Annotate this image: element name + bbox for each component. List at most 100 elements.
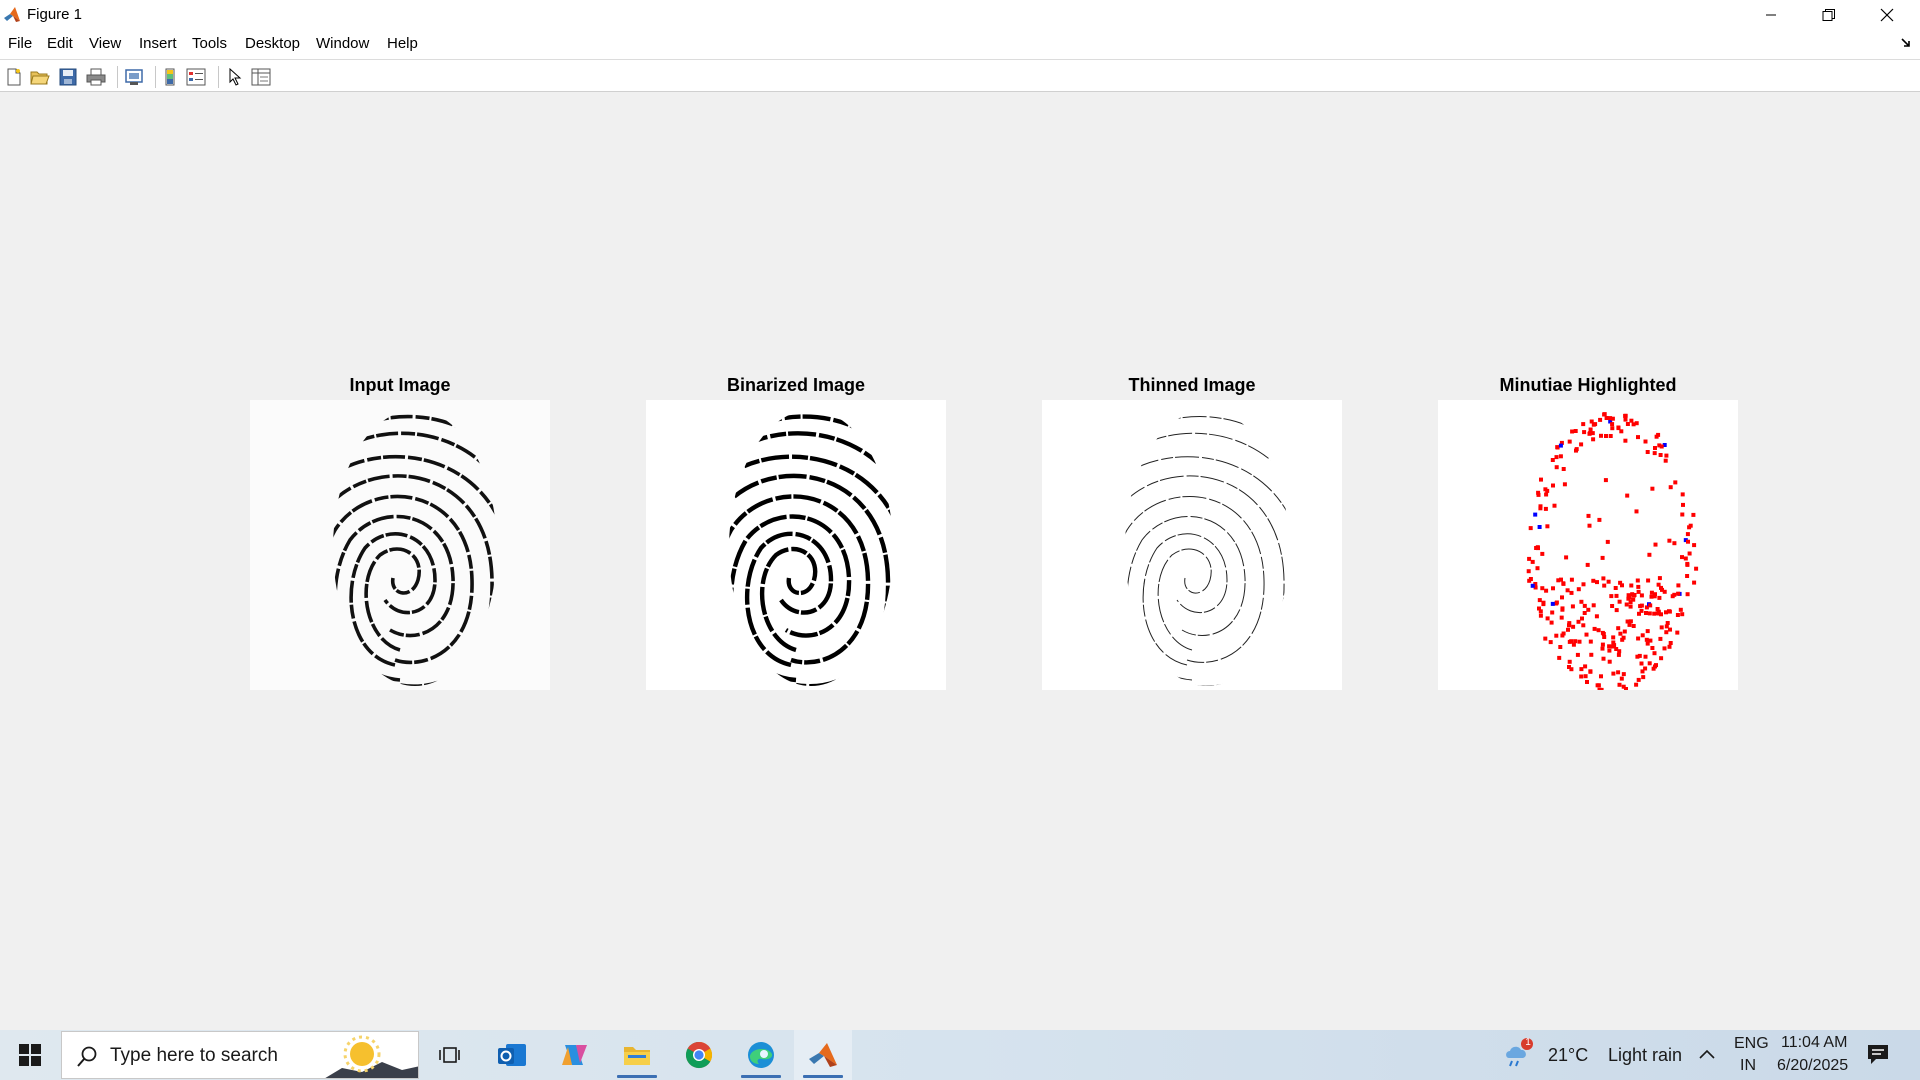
termination-marker [1543,636,1548,641]
menu-file[interactable]: File [8,35,32,52]
active-indicator [803,1075,843,1078]
termination-marker [1538,609,1543,614]
save-button[interactable] [57,66,79,88]
termination-marker [1543,487,1548,492]
file-explorer-app[interactable] [608,1030,666,1080]
close-button[interactable] [1858,0,1916,30]
termination-marker [1639,593,1644,598]
window-titlebar: Figure 1 [0,0,1920,30]
close-icon [1880,8,1894,22]
open-file-button[interactable] [29,66,51,88]
termination-marker [1527,556,1532,561]
minimize-button[interactable] [1742,0,1800,30]
termination-marker [1659,612,1663,617]
termination-marker [1562,482,1567,487]
termination-marker [1643,654,1648,659]
start-button[interactable] [0,1030,60,1080]
toolbar-separator [218,66,219,88]
task-view-icon [439,1047,460,1063]
insert-legend-button[interactable] [185,66,207,88]
axes-thinned-image[interactable] [1042,400,1342,690]
outlook-app[interactable] [483,1030,541,1080]
print-button[interactable] [85,66,107,88]
termination-marker [1602,583,1607,588]
termination-marker [1569,667,1574,672]
menu-view[interactable]: View [89,35,121,52]
toolbar-separator [117,66,118,88]
termination-marker [1591,603,1596,608]
termination-marker [1668,641,1673,645]
menu-help[interactable]: Help [387,35,418,52]
termination-marker [1588,427,1593,432]
termination-marker [1598,417,1603,422]
windows-taskbar: Type here to search 1 21°C Light rain EN… [0,1030,1920,1080]
matlab-logo-icon [4,7,20,22]
termination-marker [1535,566,1540,571]
restore-button[interactable] [1800,0,1858,30]
menu-window[interactable]: Window [316,35,369,52]
termination-marker [1667,644,1672,649]
insert-colorbar-button[interactable] [159,66,181,88]
dock-figure-icon[interactable] [1900,36,1914,50]
menu-insert[interactable]: Insert [139,35,177,52]
print-preview-button[interactable] [123,66,145,88]
matlab-app[interactable] [794,1030,852,1080]
termination-marker [1536,490,1541,495]
termination-marker [1631,624,1636,628]
weather-condition[interactable]: Light rain [1608,1045,1682,1066]
weather-temp[interactable]: 21°C [1548,1045,1588,1066]
termination-marker [1644,611,1648,615]
termination-marker [1640,669,1645,674]
show-hidden-icons-button[interactable] [1698,1046,1716,1064]
new-figure-button[interactable] [3,66,25,88]
termination-marker [1634,421,1639,426]
termination-marker [1595,683,1600,688]
termination-marker [1653,446,1657,450]
termination-marker [1583,674,1588,679]
open-file-icon [30,71,50,85]
language-region[interactable]: IN [1740,1057,1756,1075]
edge-app[interactable] [732,1030,790,1080]
termination-marker [1544,492,1549,497]
termination-marker [1575,652,1580,657]
termination-marker [1653,664,1657,669]
notification-center-button[interactable] [1866,1043,1892,1067]
termination-marker [1624,687,1628,691]
taskbar-search-box[interactable]: Type here to search [61,1031,419,1079]
axes-binarized-image[interactable] [646,400,946,690]
weather-widget[interactable]: 1 [1504,1037,1534,1072]
termination-marker [1541,600,1546,605]
termination-marker [1657,576,1662,581]
termination-marker [1680,492,1685,497]
termination-marker [1662,646,1667,651]
termination-marker [1652,451,1657,456]
termination-marker [1605,539,1610,544]
axes-input-image[interactable] [250,400,550,690]
menu-tools[interactable]: Tools [192,35,227,52]
search-highlight-image [325,1035,418,1078]
termination-marker [1548,640,1553,645]
bifurcation-marker [1530,583,1535,588]
clock-time[interactable]: 11:04 AM [1781,1034,1847,1052]
clock-date[interactable]: 6/20/2025 [1777,1057,1848,1075]
termination-marker [1597,517,1602,522]
termination-marker [1580,616,1584,621]
menu-edit[interactable]: Edit [47,35,73,52]
termination-marker [1594,614,1599,619]
edit-plot-button[interactable] [224,66,246,88]
termination-marker [1636,636,1641,641]
new-figure-icon [7,68,21,86]
copilot-app[interactable] [545,1030,603,1080]
property-inspector-button[interactable] [250,66,272,88]
termination-marker [1545,616,1550,621]
termination-marker [1581,582,1586,587]
chrome-app[interactable] [670,1030,728,1080]
termination-marker [1641,675,1646,680]
menu-desktop[interactable]: Desktop [245,35,300,52]
termination-marker [1560,606,1565,611]
termination-marker [1636,677,1641,682]
language-code[interactable]: ENG [1734,1035,1769,1053]
task-view-button[interactable] [420,1030,478,1080]
termination-marker [1687,525,1692,530]
axes-minutiae-image[interactable] [1438,400,1738,692]
